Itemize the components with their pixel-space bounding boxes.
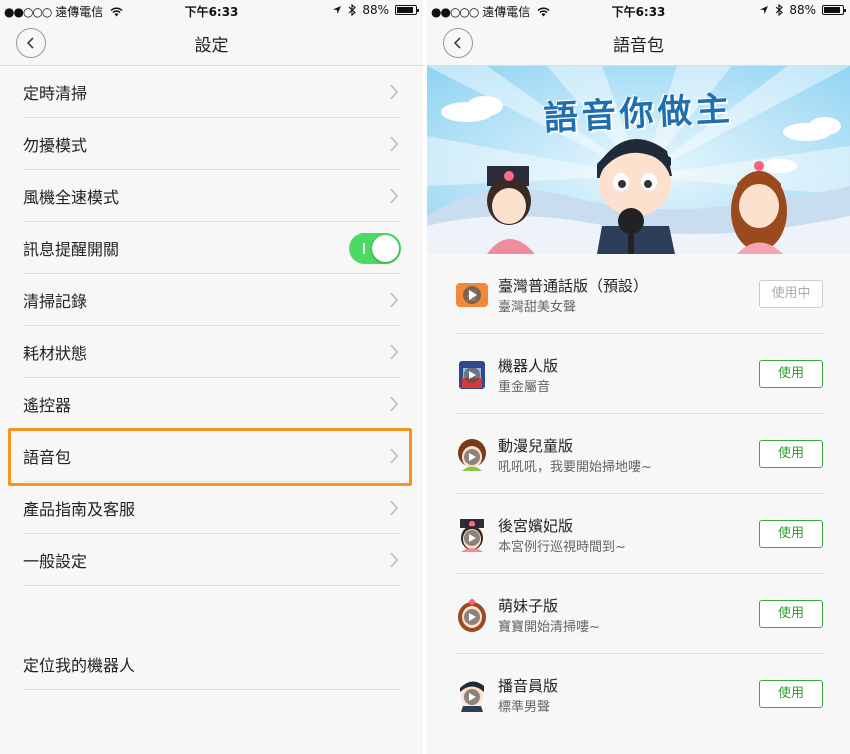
settings-item-label: 遙控器 <box>23 396 72 415</box>
anime-child-voice-icon[interactable] <box>455 438 489 472</box>
settings-item-consumables-status[interactable]: 耗材狀態 <box>0 326 423 378</box>
notification-toggle-switch[interactable] <box>349 233 401 264</box>
cute-girl-voice-icon[interactable] <box>455 598 489 632</box>
chevron-right-icon <box>390 292 398 308</box>
voice-name: 萌妹子版 <box>498 597 559 615</box>
status-bar: ●●○○○ 遠傳電信 下午6:33 88% <box>427 0 850 20</box>
settings-item-do-not-disturb[interactable]: 勿擾模式 <box>0 118 423 170</box>
status-bar: ●●○○○ 遠傳電信 下午6:33 88% <box>0 0 423 20</box>
page-title: 語音包 <box>613 36 664 56</box>
voice-in-use-button[interactable]: 使用中 <box>759 280 823 308</box>
voice-item-robot: 機器人版 重金屬音 使用 <box>427 334 850 414</box>
bluetooth-icon <box>348 4 357 16</box>
use-voice-button[interactable]: 使用 <box>759 440 823 468</box>
settings-item-product-guide[interactable]: 產品指南及客服 <box>0 482 423 534</box>
voice-item-palace-concubine: 後宮嬪妃版 本宮例行巡視時間到~ 使用 <box>427 494 850 574</box>
voice-pack-screen: ●●○○○ 遠傳電信 下午6:33 88% 語音包 語音你做主 臺灣普通話版（預… <box>427 0 850 754</box>
voice-description: 寶寶開始清掃嘍~ <box>498 620 600 635</box>
use-voice-button[interactable]: 使用 <box>759 680 823 708</box>
toggle-knob <box>372 235 399 262</box>
settings-item-general-settings[interactable]: 一般設定 <box>0 534 423 586</box>
location-arrow-icon <box>333 6 342 14</box>
voice-name: 臺灣普通話版（預設） <box>498 277 649 295</box>
chevron-right-icon <box>390 84 398 100</box>
battery-percent: 88% <box>362 3 389 17</box>
settings-screen: ●●○○○ 遠傳電信 下午6:33 88% 設定 定時清掃 勿擾模式 風機全速模… <box>0 0 423 754</box>
voice-description: 標準男聲 <box>498 700 551 715</box>
voice-name: 播音員版 <box>498 677 559 695</box>
battery-icon <box>395 5 419 15</box>
settings-item-label: 定時清掃 <box>23 84 88 103</box>
settings-item-label: 耗材狀態 <box>23 344 88 363</box>
voice-name: 動漫兒童版 <box>498 437 574 455</box>
voice-pack-banner: 語音你做主 <box>427 66 850 254</box>
settings-item-notification-toggle: 訊息提醒開關 <box>0 222 423 274</box>
location-arrow-icon <box>760 6 769 14</box>
voice-item-anime-child: 動漫兒童版 吼吼吼，我要開始掃地嘍~ 使用 <box>427 414 850 494</box>
voice-description: 重金屬音 <box>498 380 551 395</box>
robot-voice-icon[interactable] <box>455 358 489 392</box>
settings-item-fan-full-speed[interactable]: 風機全速模式 <box>0 170 423 222</box>
voice-description: 本宮例行巡視時間到~ <box>498 540 626 555</box>
voice-name: 機器人版 <box>498 357 559 375</box>
taiwan-voice-icon[interactable]: 臺 <box>455 278 489 312</box>
settings-item-timed-cleaning[interactable]: 定時清掃 <box>0 66 423 118</box>
nav-bar: 語音包 <box>427 20 850 66</box>
use-voice-button[interactable]: 使用 <box>759 600 823 628</box>
voice-description: 吼吼吼，我要開始掃地嘍~ <box>498 460 652 475</box>
chevron-right-icon <box>390 136 398 152</box>
voice-item-cute-girl: 萌妹子版 寶寶開始清掃嘍~ 使用 <box>427 574 850 654</box>
settings-item-label: 清掃記錄 <box>23 292 88 311</box>
page-title: 設定 <box>194 36 229 56</box>
voice-description: 臺灣甜美女聲 <box>498 300 577 315</box>
chevron-right-icon <box>390 552 398 568</box>
toggle-on-indicator <box>363 243 365 254</box>
settings-item-label: 風機全速模式 <box>23 188 120 207</box>
announcer-voice-icon[interactable] <box>455 678 489 712</box>
chevron-right-icon <box>390 396 398 412</box>
settings-item-cleaning-records[interactable]: 清掃記錄 <box>0 274 423 326</box>
chevron-right-icon <box>390 500 398 516</box>
settings-item-label: 訊息提醒開關 <box>23 240 120 259</box>
voice-item-taiwan: 臺 臺灣普通話版（預設） 臺灣甜美女聲 使用中 <box>427 254 850 334</box>
voice-name: 後宮嬪妃版 <box>498 517 574 535</box>
voice-pack-highlight-box <box>8 428 412 486</box>
bluetooth-icon <box>775 4 784 16</box>
settings-item-label: 定位我的機器人 <box>23 656 136 675</box>
settings-item-locate-robot[interactable]: 定位我的機器人 <box>0 638 423 690</box>
use-voice-button[interactable]: 使用 <box>759 360 823 388</box>
settings-item-label: 產品指南及客服 <box>23 500 136 519</box>
divider <box>23 689 401 690</box>
settings-item-remote-control[interactable]: 遙控器 <box>0 378 423 430</box>
battery-icon <box>822 5 846 15</box>
battery-percent: 88% <box>789 3 816 17</box>
chevron-right-icon <box>390 344 398 360</box>
chevron-right-icon <box>390 188 398 204</box>
settings-item-label: 一般設定 <box>23 552 88 571</box>
divider <box>23 585 401 586</box>
settings-item-label: 勿擾模式 <box>23 136 88 155</box>
nav-bar: 設定 <box>0 20 423 66</box>
palace-concubine-voice-icon[interactable] <box>455 518 489 552</box>
use-voice-button[interactable]: 使用 <box>759 520 823 548</box>
voice-item-announcer: 播音員版 標準男聲 使用 <box>427 654 850 734</box>
